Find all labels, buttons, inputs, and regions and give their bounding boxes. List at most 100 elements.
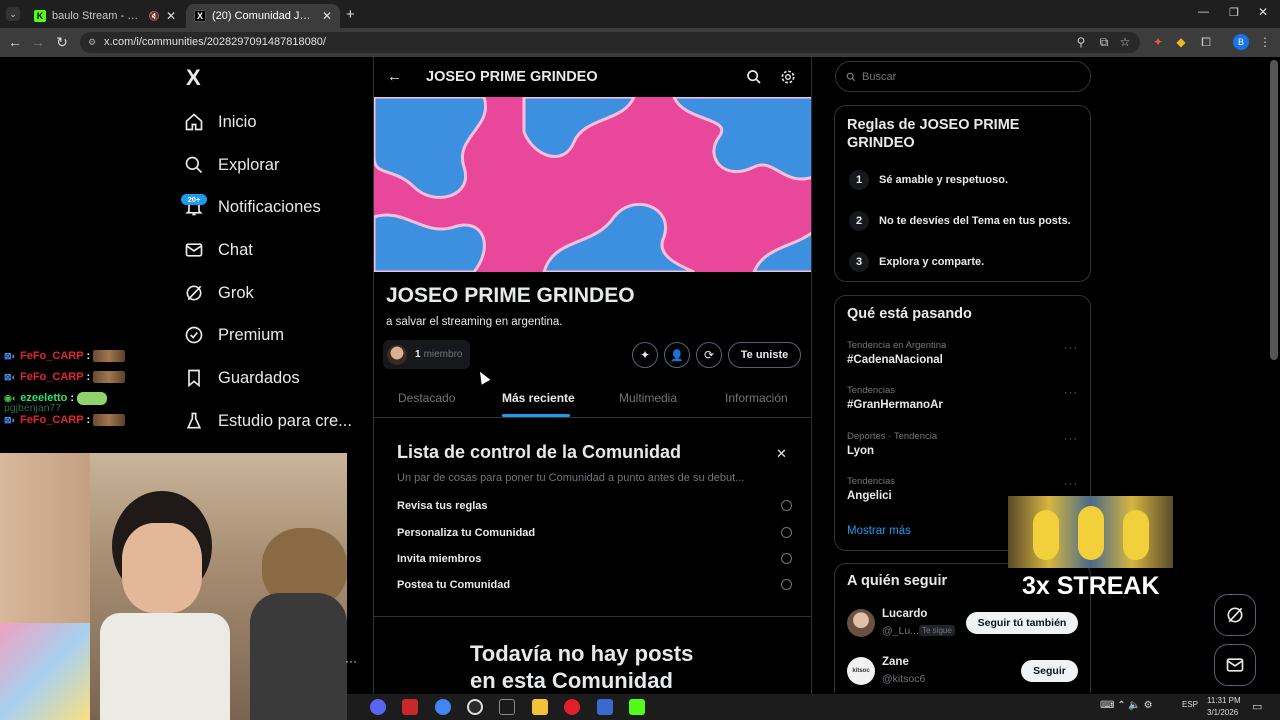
trend-title[interactable]: Angelici — [847, 490, 892, 502]
checklist-item[interactable]: Personaliza tu Comunidad — [397, 527, 792, 539]
radio-icon[interactable] — [781, 500, 792, 511]
sidebar-item-chat[interactable]: Chat — [184, 234, 253, 266]
community-name: JOSEO PRIME GRINDEO — [386, 284, 635, 307]
user-name[interactable]: Zane — [882, 656, 909, 668]
more-options-icon[interactable]: ··· — [1064, 433, 1078, 445]
tab-list-button[interactable]: ⌄ — [6, 7, 20, 21]
trend-title[interactable]: #CadenaNacional — [847, 354, 943, 366]
chat-message: ⊠◐ FeFo_CARP : — [4, 413, 126, 427]
bookmark-star-icon[interactable]: ☆ — [1117, 34, 1133, 50]
notification-center-icon[interactable]: ▭ — [1252, 700, 1262, 713]
chat-username: FeFo_CARP — [19, 414, 84, 426]
radio-icon[interactable] — [781, 527, 792, 538]
page-scrollbar[interactable] — [1270, 60, 1278, 360]
clock-date[interactable]: 3/1/2026 — [1207, 708, 1238, 717]
kick-icon[interactable] — [629, 699, 645, 715]
close-icon[interactable]: ✕ — [776, 446, 787, 462]
tab-informacion[interactable]: Información — [725, 391, 788, 405]
search-box[interactable] — [835, 61, 1091, 92]
messages-float-button[interactable] — [1214, 644, 1256, 686]
minimize-icon[interactable]: — — [1198, 6, 1209, 18]
close-tab-icon[interactable]: ✕ — [166, 9, 176, 23]
reload-icon[interactable]: ↻ — [52, 33, 72, 51]
follow-button[interactable]: Seguir — [1021, 660, 1078, 682]
invite-button[interactable]: 👤 — [664, 342, 690, 368]
minion — [1078, 506, 1104, 560]
zoom-icon[interactable]: ⚲ — [1073, 34, 1089, 50]
address-bar[interactable]: ⚙ x.com/i/communities/202829709148781808… — [80, 32, 1140, 53]
settings-gear-icon[interactable] — [780, 69, 796, 85]
follow-back-button[interactable]: Seguir tú también — [966, 612, 1078, 634]
person-shirt — [100, 613, 230, 720]
app-icon[interactable] — [499, 699, 515, 715]
profile-avatar-icon[interactable]: B — [1233, 34, 1249, 50]
extension-icon[interactable]: ◆ — [1173, 34, 1189, 50]
checklist-item[interactable]: Revisa tus reglas — [397, 500, 792, 512]
chrome-icon[interactable] — [435, 699, 451, 715]
trend-title[interactable]: Lyon — [847, 445, 874, 457]
radio-icon[interactable] — [781, 553, 792, 564]
search-icon[interactable] — [746, 69, 762, 85]
search-input[interactable] — [862, 70, 1062, 83]
mute-icon[interactable]: 🔇 — [149, 11, 160, 22]
sidebar-item-guardados[interactable]: Guardados — [184, 362, 300, 394]
more-icon[interactable]: ··· — [345, 654, 357, 668]
checklist-item[interactable]: Postea tu Comunidad — [397, 579, 792, 591]
new-tab-icon[interactable]: + — [346, 6, 355, 23]
extension-icon[interactable]: ✦ — [1150, 34, 1166, 50]
back-arrow-icon[interactable]: ← — [387, 68, 402, 85]
menu-icon[interactable]: ⋮ — [1257, 34, 1273, 50]
close-tab-icon[interactable]: ✕ — [322, 9, 332, 23]
opera-icon[interactable] — [564, 699, 580, 715]
member-avatar — [387, 344, 407, 365]
member-count: 1 — [415, 349, 421, 360]
restore-icon[interactable]: ❐ — [1229, 6, 1239, 19]
sidebar-item-premium[interactable]: Premium — [184, 319, 284, 351]
user-handle: @_Lu... — [882, 625, 919, 637]
avatar[interactable]: kitsoc — [847, 657, 875, 685]
grok-float-button[interactable] — [1214, 594, 1256, 636]
install-app-icon[interactable]: ⧉ — [1096, 34, 1112, 50]
show-more-link[interactable]: Mostrar más — [847, 525, 911, 537]
obs-icon[interactable] — [467, 699, 483, 715]
more-options-icon[interactable]: ··· — [1064, 387, 1078, 399]
browser-tab-kick[interactable]: K baulo Stream - Watch Live o 🔇 ✕ — [26, 4, 184, 28]
forward-icon[interactable]: → — [28, 33, 48, 51]
sidebar-item-explorar[interactable]: Explorar — [184, 149, 279, 181]
more-options-icon[interactable]: ··· — [1064, 342, 1078, 354]
system-tray-icon[interactable]: ⌨ ⌃ 🔈 ⚙ — [1100, 700, 1153, 711]
app-icon[interactable] — [597, 699, 613, 715]
trend-title[interactable]: #GranHermanoAr — [847, 399, 943, 411]
language-indicator[interactable]: ESP — [1182, 700, 1198, 709]
close-window-icon[interactable]: ✕ — [1258, 5, 1268, 19]
radio-icon[interactable] — [781, 579, 792, 590]
sidebar-item-estudio[interactable]: Estudio para cre... — [184, 405, 352, 437]
tab-mas-reciente[interactable]: Más reciente — [502, 391, 575, 405]
sidebar-item-grok[interactable]: Grok — [184, 277, 254, 309]
user-name[interactable]: Lucardo — [882, 608, 927, 620]
members-pill[interactable]: 1 miembro — [383, 340, 470, 369]
joined-button[interactable]: Te uniste — [728, 342, 801, 368]
home-icon — [185, 113, 203, 131]
avatar[interactable] — [847, 609, 875, 637]
share-button[interactable]: ⟳ — [696, 342, 722, 368]
tab-destacado[interactable]: Destacado — [398, 391, 455, 405]
extensions-puzzle-icon[interactable]: ⧠ — [1198, 34, 1214, 50]
checklist-item[interactable]: Invita miembros — [397, 553, 792, 565]
tab-multimedia[interactable]: Multimedia — [619, 391, 677, 405]
chat-separator: : — [86, 350, 91, 362]
file-explorer-icon[interactable] — [532, 699, 548, 715]
grok-sparkle-button[interactable]: ✦ — [632, 342, 658, 368]
back-icon[interactable]: ← — [5, 33, 25, 51]
site-info-icon[interactable]: ⚙ — [88, 32, 96, 53]
clock-time[interactable]: 11:31 PM — [1207, 696, 1241, 705]
x-logo-icon[interactable]: X — [186, 67, 208, 89]
webcam-feed — [0, 453, 347, 720]
sidebar-item-label: Guardados — [218, 368, 300, 387]
app-icon[interactable] — [402, 699, 418, 715]
browser-tab-x[interactable]: X (20) Comunidad JOSEO PRIME G ✕ — [186, 4, 340, 28]
discord-icon[interactable] — [370, 699, 386, 715]
more-options-icon[interactable]: ··· — [1064, 478, 1078, 490]
sidebar-item-inicio[interactable]: Inicio — [184, 106, 257, 138]
checklist-item-label: Personaliza tu Comunidad — [397, 527, 536, 539]
